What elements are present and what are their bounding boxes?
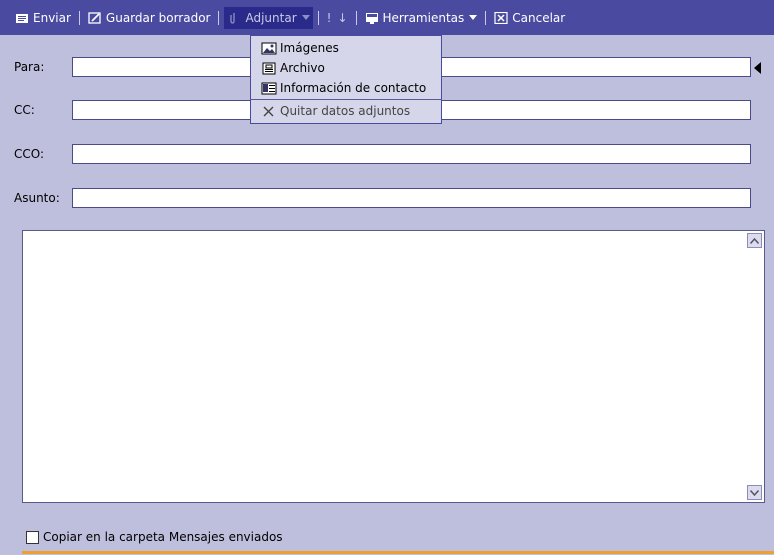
menu-item-images[interactable]: Imágenes [251, 38, 441, 58]
image-icon [261, 42, 277, 55]
high-priority-icon: ! [326, 10, 332, 25]
toolbar-divider [355, 10, 357, 25]
cc-label: CC: [14, 103, 35, 117]
scroll-up-button[interactable] [747, 233, 762, 248]
to-label: Para: [14, 60, 45, 74]
message-body[interactable] [22, 230, 765, 503]
bcc-row: CCO: [14, 144, 751, 164]
tools-label: Herramientas [382, 10, 465, 25]
footer-accent-line [22, 551, 774, 554]
menu-item-remove-attachments[interactable]: Quitar datos adjuntos [251, 101, 441, 121]
send-button[interactable]: Enviar [12, 7, 74, 29]
close-icon [494, 11, 508, 24]
contact-card-icon [261, 82, 277, 95]
low-priority-icon: ↓ [337, 10, 348, 25]
subject-label: Asunto: [14, 191, 60, 205]
send-label: Enviar [33, 10, 71, 25]
toolbar-divider [485, 10, 487, 25]
attach-label: Adjuntar [245, 10, 297, 25]
menu-item-contact-info[interactable]: Información de contacto [251, 78, 441, 98]
bcc-field[interactable] [72, 144, 751, 164]
subject-field[interactable] [72, 188, 751, 208]
save-copy-checkbox[interactable] [26, 530, 39, 544]
send-icon [15, 12, 29, 24]
high-priority-button[interactable]: ! [324, 7, 335, 29]
toolbar-divider [78, 10, 80, 25]
tools-button[interactable]: Herramientas [362, 7, 481, 29]
subject-row: Asunto: [14, 188, 751, 208]
chevron-down-icon [469, 15, 478, 20]
remove-x-icon [261, 105, 277, 118]
save-copy-label: Copiar en la carpeta Mensajes enviados [43, 530, 283, 544]
save-draft-button[interactable]: Guardar borrador [85, 7, 214, 29]
tools-icon [365, 12, 379, 24]
bcc-label: CCO: [14, 147, 45, 161]
menu-item-label: Imágenes [280, 41, 339, 55]
low-priority-button[interactable]: ↓ [334, 7, 350, 29]
attach-dropdown-menu: Imágenes Archivo Información de contacto… [250, 35, 442, 124]
chevron-down-icon [301, 15, 310, 20]
cancel-button[interactable]: Cancelar [491, 7, 568, 29]
menu-item-label: Archivo [280, 61, 325, 75]
attach-button[interactable]: Adjuntar [224, 6, 313, 29]
paperclip-icon [227, 12, 241, 24]
cancel-label: Cancelar [512, 10, 566, 25]
toolbar-divider [317, 10, 319, 25]
file-icon [261, 62, 277, 75]
toolbar-divider [218, 10, 220, 25]
save-draft-icon [88, 11, 102, 24]
save-draft-label: Guardar borrador [105, 10, 211, 25]
save-copy-option: Copiar en la carpeta Mensajes enviados [26, 530, 283, 544]
scroll-down-button[interactable] [747, 485, 762, 500]
menu-item-label: Información de contacto [280, 81, 427, 95]
menu-item-label: Quitar datos adjuntos [280, 104, 411, 118]
body-scrollbar[interactable] [746, 231, 764, 502]
menu-divider [251, 99, 441, 100]
address-book-arrow-icon[interactable] [754, 62, 761, 74]
compose-toolbar: Enviar Guardar borrador Adjuntar ! ↓ Her… [0, 0, 774, 35]
menu-item-file[interactable]: Archivo [251, 58, 441, 78]
